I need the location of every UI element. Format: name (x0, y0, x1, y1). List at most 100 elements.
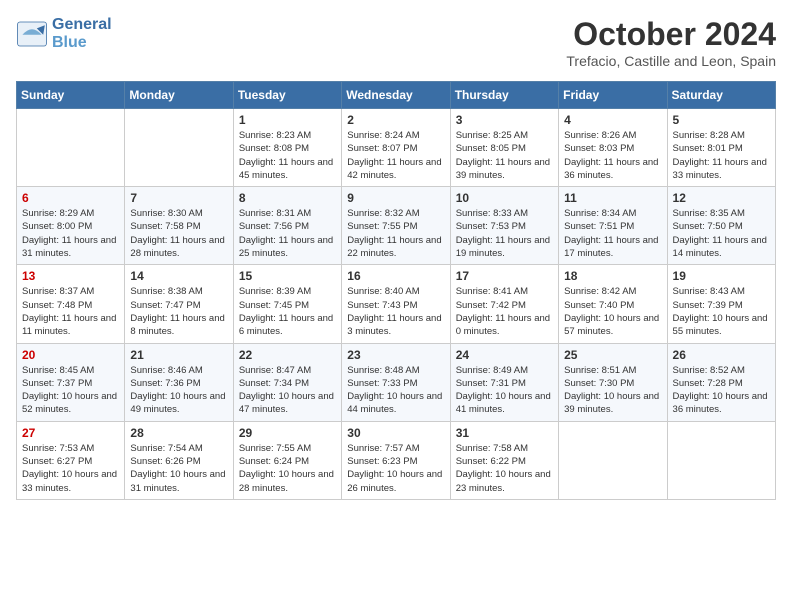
calendar-cell: 16 Sunrise: 8:40 AM Sunset: 7:43 PM Dayli… (342, 265, 450, 343)
cell-content: Sunrise: 7:53 AM Sunset: 6:27 PM Dayligh… (22, 442, 119, 495)
cell-content: Sunrise: 8:42 AM Sunset: 7:40 PM Dayligh… (564, 285, 661, 338)
calendar-cell: 18 Sunrise: 8:42 AM Sunset: 7:40 PM Dayli… (559, 265, 667, 343)
cell-content: Sunrise: 8:29 AM Sunset: 8:00 PM Dayligh… (22, 207, 119, 260)
calendar-cell: 9 Sunrise: 8:32 AM Sunset: 7:55 PM Daylig… (342, 187, 450, 265)
calendar-cell: 12Sunrise: 8:35 AM Sunset: 7:50 PM Dayli… (667, 187, 775, 265)
day-number: 24 (456, 348, 553, 362)
weekday-header: Thursday (450, 82, 558, 109)
cell-content: Sunrise: 8:26 AM Sunset: 8:03 PM Dayligh… (564, 129, 661, 182)
calendar-cell: 5Sunrise: 8:28 AM Sunset: 8:01 PM Daylig… (667, 109, 775, 187)
calendar-cell: 23 Sunrise: 8:48 AM Sunset: 7:33 PM Dayli… (342, 343, 450, 421)
cell-content: Sunrise: 8:34 AM Sunset: 7:51 PM Dayligh… (564, 207, 661, 260)
calendar-cell: 4 Sunrise: 8:26 AM Sunset: 8:03 PM Daylig… (559, 109, 667, 187)
cell-content: Sunrise: 7:57 AM Sunset: 6:23 PM Dayligh… (347, 442, 444, 495)
calendar-cell: 25 Sunrise: 8:51 AM Sunset: 7:30 PM Dayli… (559, 343, 667, 421)
cell-content: Sunrise: 8:49 AM Sunset: 7:31 PM Dayligh… (456, 364, 553, 417)
calendar-cell: 15 Sunrise: 8:39 AM Sunset: 7:45 PM Dayli… (233, 265, 341, 343)
day-number: 28 (130, 426, 227, 440)
cell-content: Sunrise: 7:58 AM Sunset: 6:22 PM Dayligh… (456, 442, 553, 495)
calendar-cell: 20Sunrise: 8:45 AM Sunset: 7:37 PM Dayli… (17, 343, 125, 421)
calendar-cell (559, 421, 667, 499)
weekday-header: Sunday (17, 82, 125, 109)
calendar-cell: 10 Sunrise: 8:33 AM Sunset: 7:53 PM Dayli… (450, 187, 558, 265)
day-number: 29 (239, 426, 336, 440)
day-number: 11 (564, 191, 661, 205)
calendar-cell: 17 Sunrise: 8:41 AM Sunset: 7:42 PM Dayli… (450, 265, 558, 343)
day-number: 30 (347, 426, 444, 440)
weekday-header: Tuesday (233, 82, 341, 109)
logo: General Blue (16, 16, 112, 51)
cell-content: Sunrise: 8:51 AM Sunset: 7:30 PM Dayligh… (564, 364, 661, 417)
location-subtitle: Trefacio, Castille and Leon, Spain (566, 53, 776, 69)
calendar-cell: 31Sunrise: 7:58 AM Sunset: 6:22 PM Dayli… (450, 421, 558, 499)
day-number: 20 (22, 348, 119, 362)
day-number: 3 (456, 113, 553, 127)
calendar-week-row: 27 Sunrise: 7:53 AM Sunset: 6:27 PM Dayli… (17, 421, 776, 499)
day-number: 25 (564, 348, 661, 362)
cell-content: Sunrise: 8:38 AM Sunset: 7:47 PM Dayligh… (130, 285, 227, 338)
calendar-cell: 22Sunrise: 8:47 AM Sunset: 7:34 PM Dayli… (233, 343, 341, 421)
cell-content: Sunrise: 8:40 AM Sunset: 7:43 PM Dayligh… (347, 285, 444, 338)
day-number: 16 (347, 269, 444, 283)
day-number: 9 (347, 191, 444, 205)
calendar-table: SundayMondayTuesdayWednesdayThursdayFrid… (16, 81, 776, 500)
day-number: 10 (456, 191, 553, 205)
day-number: 19 (673, 269, 770, 283)
cell-content: Sunrise: 8:31 AM Sunset: 7:56 PM Dayligh… (239, 207, 336, 260)
calendar-cell: 3 Sunrise: 8:25 AM Sunset: 8:05 PM Daylig… (450, 109, 558, 187)
logo-icon (16, 20, 48, 48)
cell-content: Sunrise: 8:47 AM Sunset: 7:34 PM Dayligh… (239, 364, 336, 417)
day-number: 8 (239, 191, 336, 205)
day-number: 17 (456, 269, 553, 283)
calendar-cell: 26 Sunrise: 8:52 AM Sunset: 7:28 PM Dayli… (667, 343, 775, 421)
day-number: 15 (239, 269, 336, 283)
calendar-cell: 29 Sunrise: 7:55 AM Sunset: 6:24 PM Dayli… (233, 421, 341, 499)
calendar-cell (667, 421, 775, 499)
calendar-cell: 14 Sunrise: 8:38 AM Sunset: 7:47 PM Dayli… (125, 265, 233, 343)
calendar-cell: 21Sunrise: 8:46 AM Sunset: 7:36 PM Dayli… (125, 343, 233, 421)
month-title: October 2024 (566, 16, 776, 53)
cell-content: Sunrise: 8:32 AM Sunset: 7:55 PM Dayligh… (347, 207, 444, 260)
calendar-cell (125, 109, 233, 187)
cell-content: Sunrise: 8:39 AM Sunset: 7:45 PM Dayligh… (239, 285, 336, 338)
day-number: 5 (673, 113, 770, 127)
calendar-cell: 8 Sunrise: 8:31 AM Sunset: 7:56 PM Daylig… (233, 187, 341, 265)
calendar-cell: 27 Sunrise: 7:53 AM Sunset: 6:27 PM Dayli… (17, 421, 125, 499)
calendar-cell: 13Sunrise: 8:37 AM Sunset: 7:48 PM Dayli… (17, 265, 125, 343)
day-number: 14 (130, 269, 227, 283)
day-number: 7 (130, 191, 227, 205)
calendar-cell: 7Sunrise: 8:30 AM Sunset: 7:58 PM Daylig… (125, 187, 233, 265)
page-header: General Blue October 2024 Trefacio, Cast… (16, 16, 776, 69)
day-number: 21 (130, 348, 227, 362)
logo-text: General Blue (52, 16, 112, 51)
title-block: October 2024 Trefacio, Castille and Leon… (566, 16, 776, 69)
calendar-week-row: 6Sunrise: 8:29 AM Sunset: 8:00 PM Daylig… (17, 187, 776, 265)
cell-content: Sunrise: 8:43 AM Sunset: 7:39 PM Dayligh… (673, 285, 770, 338)
calendar-cell: 28 Sunrise: 7:54 AM Sunset: 6:26 PM Dayli… (125, 421, 233, 499)
cell-content: Sunrise: 8:37 AM Sunset: 7:48 PM Dayligh… (22, 285, 119, 338)
calendar-cell: 1Sunrise: 8:23 AM Sunset: 8:08 PM Daylig… (233, 109, 341, 187)
day-number: 18 (564, 269, 661, 283)
day-number: 26 (673, 348, 770, 362)
cell-content: Sunrise: 8:33 AM Sunset: 7:53 PM Dayligh… (456, 207, 553, 260)
weekday-header: Monday (125, 82, 233, 109)
calendar-cell: 11 Sunrise: 8:34 AM Sunset: 7:51 PM Dayli… (559, 187, 667, 265)
cell-content: Sunrise: 8:25 AM Sunset: 8:05 PM Dayligh… (456, 129, 553, 182)
cell-content: Sunrise: 8:52 AM Sunset: 7:28 PM Dayligh… (673, 364, 770, 417)
calendar-cell: 24 Sunrise: 8:49 AM Sunset: 7:31 PM Dayli… (450, 343, 558, 421)
calendar-week-row: 20Sunrise: 8:45 AM Sunset: 7:37 PM Dayli… (17, 343, 776, 421)
day-number: 4 (564, 113, 661, 127)
day-number: 23 (347, 348, 444, 362)
weekday-header: Friday (559, 82, 667, 109)
cell-content: Sunrise: 7:54 AM Sunset: 6:26 PM Dayligh… (130, 442, 227, 495)
cell-content: Sunrise: 8:48 AM Sunset: 7:33 PM Dayligh… (347, 364, 444, 417)
day-number: 1 (239, 113, 336, 127)
weekday-header: Saturday (667, 82, 775, 109)
day-number: 12 (673, 191, 770, 205)
day-number: 27 (22, 426, 119, 440)
cell-content: Sunrise: 8:41 AM Sunset: 7:42 PM Dayligh… (456, 285, 553, 338)
calendar-cell: 19 Sunrise: 8:43 AM Sunset: 7:39 PM Dayli… (667, 265, 775, 343)
cell-content: Sunrise: 8:24 AM Sunset: 8:07 PM Dayligh… (347, 129, 444, 182)
cell-content: Sunrise: 7:55 AM Sunset: 6:24 PM Dayligh… (239, 442, 336, 495)
calendar-week-row: 1Sunrise: 8:23 AM Sunset: 8:08 PM Daylig… (17, 109, 776, 187)
